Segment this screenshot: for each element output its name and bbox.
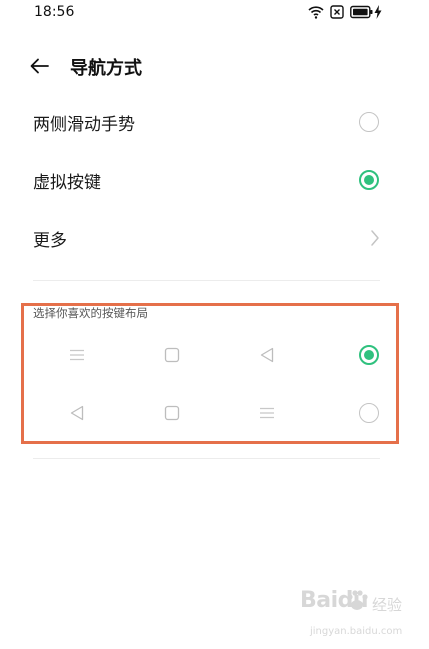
battery-icon — [350, 4, 374, 23]
sim-x-icon — [330, 4, 344, 23]
status-bar: 18:56 — [0, 0, 429, 26]
square-icon — [163, 346, 181, 364]
menu-icon — [68, 346, 86, 364]
header: 导航方式 — [0, 44, 429, 88]
layout-option-1[interactable] — [0, 330, 429, 380]
wifi-icon — [308, 4, 324, 23]
watermark-suffix: 经验 — [372, 596, 403, 614]
baidu-jingyan-watermark: Baidu 经验 jingyan.baidu.com — [300, 588, 410, 643]
status-icons — [308, 4, 388, 22]
option-label: 两侧滑动手势 — [33, 115, 135, 135]
page-title: 导航方式 — [70, 58, 142, 79]
paw-icon — [344, 588, 370, 618]
back-triangle-icon — [258, 346, 276, 364]
option-more[interactable]: 更多 — [0, 210, 429, 266]
divider — [33, 458, 380, 459]
radio-checked[interactable] — [359, 170, 379, 190]
divider — [33, 280, 380, 281]
charging-bolt-icon — [374, 4, 382, 23]
watermark-url: jingyan.baidu.com — [310, 626, 403, 637]
chevron-right-icon — [369, 228, 381, 248]
radio-checked[interactable] — [359, 345, 379, 365]
section-caption: 选择你喜欢的按键布局 — [33, 306, 148, 320]
square-icon — [163, 404, 181, 422]
option-virtual-keys[interactable]: 虚拟按键 — [0, 152, 429, 208]
status-time: 18:56 — [34, 4, 75, 20]
radio-unchecked[interactable] — [359, 403, 379, 423]
radio-unchecked[interactable] — [359, 112, 379, 132]
option-label: 虚拟按键 — [33, 173, 101, 193]
back-triangle-icon — [68, 404, 86, 422]
option-label: 更多 — [33, 231, 67, 251]
arrow-left-icon[interactable] — [28, 54, 52, 78]
layout-option-2[interactable] — [0, 388, 429, 438]
option-swipe-gestures[interactable]: 两侧滑动手势 — [0, 94, 429, 150]
menu-icon — [258, 404, 276, 422]
